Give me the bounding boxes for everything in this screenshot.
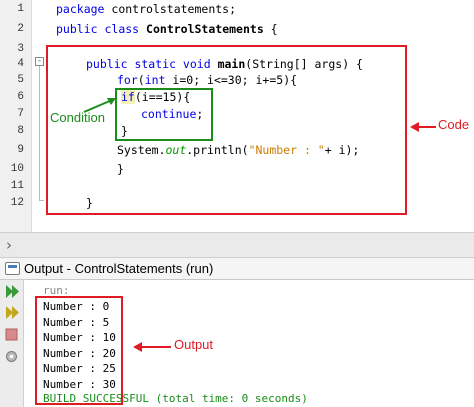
fold-guide-end xyxy=(39,200,44,201)
output-arrow-icon xyxy=(133,342,171,352)
line-number: 11 xyxy=(10,180,24,192)
condition-arrow-icon xyxy=(83,98,116,113)
line-number-gutter: 1 2 3 4 5 6 7 8 9 10 11 12 xyxy=(0,0,32,232)
fold-toggle-icon[interactable]: - xyxy=(35,57,44,66)
output-window-icon xyxy=(5,262,20,275)
code-highlight-box xyxy=(46,45,407,215)
breadcrumb-bar: › xyxy=(0,232,474,258)
keyword: public xyxy=(56,22,98,36)
line-number: 4 xyxy=(17,58,24,70)
code-label: Code xyxy=(438,117,470,132)
code-text: { xyxy=(263,22,278,36)
line-number: 6 xyxy=(17,91,24,103)
chevron-right-icon[interactable]: › xyxy=(6,236,12,254)
line-number: 12 xyxy=(10,197,24,209)
keyword: package xyxy=(56,2,105,16)
output-highlight-box xyxy=(35,296,123,405)
code-line-2: public class ControlStatements { xyxy=(56,21,278,37)
rerun-icon[interactable] xyxy=(3,304,20,321)
code-text: controlstatements; xyxy=(104,2,237,16)
settings-icon[interactable] xyxy=(3,348,20,365)
line-number: 2 xyxy=(17,23,24,35)
line-number: 3 xyxy=(17,43,24,55)
output-tab-title[interactable]: Output - ControlStatements (run) xyxy=(24,261,213,276)
stop-icon[interactable] xyxy=(3,326,20,343)
line-number: 7 xyxy=(17,108,24,120)
condition-highlight-box xyxy=(115,88,213,141)
line-number: 5 xyxy=(17,74,24,86)
keyword: class xyxy=(104,22,140,36)
code-editor[interactable]: 1 2 3 4 5 6 7 8 9 10 11 12 - package con… xyxy=(0,0,474,232)
line-number: 10 xyxy=(10,163,24,175)
output-tab-header[interactable]: Output - ControlStatements (run) xyxy=(0,258,474,280)
class-name: ControlStatements xyxy=(146,22,264,36)
code-line-1: package controlstatements; xyxy=(56,1,236,17)
code-arrow-icon xyxy=(410,122,436,132)
line-number: 8 xyxy=(17,125,24,137)
output-console[interactable]: run: Number : 0 Number : 5 Number : 10 N… xyxy=(25,280,474,407)
fold-guide xyxy=(39,66,40,200)
line-number: 1 xyxy=(17,3,24,15)
output-toolbar xyxy=(0,280,24,407)
line-number: 9 xyxy=(17,144,24,156)
run-again-icon[interactable] xyxy=(3,283,20,300)
output-label: Output xyxy=(174,337,214,352)
